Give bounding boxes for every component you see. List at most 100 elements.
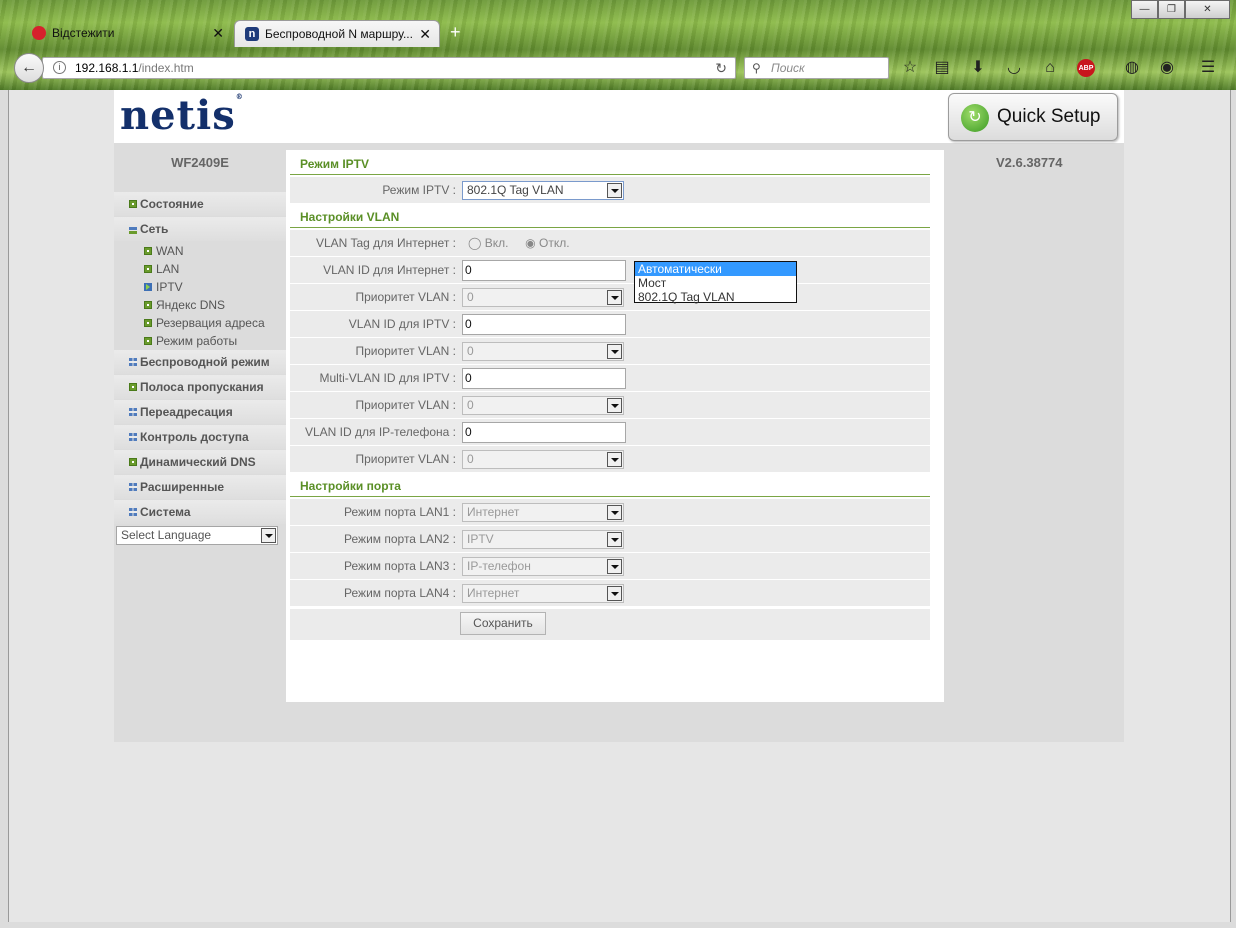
- home-icon[interactable]: ⌂: [1040, 58, 1060, 78]
- menu-icon[interactable]: ☰: [1198, 58, 1218, 78]
- plus-square-icon: [144, 301, 152, 309]
- sidebar-item-label: Система: [140, 505, 191, 519]
- dropdown-option-auto[interactable]: Автоматически: [635, 262, 796, 276]
- close-tab-icon[interactable]: ✕: [212, 20, 224, 47]
- sidebar-item-advanced[interactable]: Расширенные: [114, 475, 286, 499]
- back-button[interactable]: ←: [14, 53, 44, 83]
- iptv-mode-dropdown-list: Автоматически Мост 802.1Q Tag VLAN: [634, 261, 797, 304]
- page-viewport: netis® ↻ Quick Setup WF2409E Состояние С…: [8, 90, 1231, 922]
- field-label: VLAN ID для Интернет :: [323, 263, 456, 277]
- field-label: Режим IPTV :: [382, 183, 456, 197]
- bookmark-star-icon[interactable]: ☆: [900, 58, 920, 78]
- eye-icon[interactable]: ◉: [1157, 58, 1177, 78]
- lan4-mode-select[interactable]: Интернет: [462, 584, 624, 603]
- vlan-tag-row: VLAN Tag для Интернет : ◯ Вкл. ◉ Откл.: [290, 230, 930, 257]
- sidebar-subitem-yandex-dns[interactable]: Яндекс DNS: [144, 296, 225, 314]
- vlan-id-iptv-input[interactable]: 0: [462, 314, 626, 335]
- close-window-button[interactable]: ✕: [1185, 0, 1230, 19]
- sidebar-subitem-wan[interactable]: WAN: [144, 242, 184, 260]
- plus-square-icon: [129, 383, 137, 391]
- close-tab-icon[interactable]: ✕: [419, 21, 431, 47]
- url-path: /index.htm: [138, 61, 194, 75]
- sidebar-item-ddns[interactable]: Динамический DNS: [114, 450, 286, 474]
- chevron-down-icon: [607, 505, 622, 520]
- radio-group[interactable]: ◯ Вкл. ◉ Откл.: [468, 230, 570, 257]
- firmware-version: V2.6.38774: [996, 155, 1063, 170]
- vlan-id-ip-phone-input[interactable]: 0: [462, 422, 626, 443]
- minimize-button[interactable]: —: [1131, 0, 1158, 19]
- sidebar-item-network[interactable]: Сеть: [114, 217, 286, 241]
- sidebar-subitem-iptv[interactable]: IPTV: [144, 278, 183, 296]
- vlan-priority-select[interactable]: 0: [462, 450, 624, 469]
- field-label: Режим порта LAN3 :: [344, 559, 456, 573]
- sidebar-subitem-address-reservation[interactable]: Резервация адреса: [144, 314, 265, 332]
- select-value: 0: [467, 344, 474, 358]
- section-title-vlan: Настройки VLAN: [290, 207, 930, 228]
- sidebar-item-label: Резервация адреса: [156, 316, 265, 330]
- plus-square-icon: [129, 458, 137, 466]
- search-input[interactable]: ⚲ Поиск: [744, 57, 889, 79]
- sidebar-item-forwarding[interactable]: Переадресация: [114, 400, 286, 424]
- lan1-mode-select[interactable]: Интернет: [462, 503, 624, 522]
- sidebar-item-access-control[interactable]: Контроль доступа: [114, 425, 286, 449]
- dropdown-option-bridge[interactable]: Мост: [635, 276, 796, 290]
- sidebar-subitem-lan[interactable]: LAN: [144, 260, 179, 278]
- adblock-icon[interactable]: ABP: [1077, 59, 1095, 77]
- tab-router[interactable]: n Беспроводной N маршру... ✕: [234, 20, 440, 47]
- sidebar-subitem-operation-mode[interactable]: Режим работы: [144, 332, 237, 350]
- lan3-mode-select[interactable]: IP-телефон: [462, 557, 624, 576]
- vlan-row: Приоритет VLAN : 0: [290, 392, 930, 419]
- sidebar-item-status[interactable]: Состояние: [114, 192, 286, 216]
- main-content: Режим IPTV Режим IPTV : 802.1Q Tag VLAN …: [286, 150, 944, 702]
- new-tab-button[interactable]: +: [450, 22, 461, 43]
- info-icon[interactable]: i: [53, 61, 66, 74]
- radio-on-label: Вкл.: [484, 236, 509, 250]
- select-value: Интернет: [467, 586, 520, 600]
- sidebar-item-wireless[interactable]: Беспроводной режим: [114, 350, 286, 374]
- vlan-priority-select[interactable]: 0: [462, 396, 624, 415]
- language-select[interactable]: Select Language: [116, 526, 278, 545]
- sidebar: WF2409E Состояние Сеть WAN LAN IPTV Янде…: [114, 150, 286, 690]
- reload-icon[interactable]: ↻: [715, 58, 727, 78]
- plus-square-icon: [144, 265, 152, 273]
- select-value: Интернет: [467, 505, 520, 519]
- vlan-priority-select[interactable]: 0: [462, 288, 624, 307]
- url-bar[interactable]: i 192.168.1.1/index.htm ↻: [42, 57, 736, 79]
- multi-vlan-id-iptv-input[interactable]: 0: [462, 368, 626, 389]
- vlan-priority-select[interactable]: 0: [462, 342, 624, 361]
- sidebar-item-label: Сеть: [140, 222, 169, 236]
- netis-favicon-icon: n: [245, 27, 259, 41]
- field-label: VLAN ID для IPTV :: [348, 317, 456, 331]
- field-label: Режим порта LAN2 :: [344, 532, 456, 546]
- port-row: Режим порта LAN2 : IPTV: [290, 526, 930, 553]
- sidebar-item-label: Расширенные: [140, 480, 224, 494]
- lan2-mode-select[interactable]: IPTV: [462, 530, 624, 549]
- sidebar-item-label: WAN: [156, 244, 184, 258]
- sidebar-item-label: Полоса пропускания: [140, 380, 264, 394]
- maximize-button[interactable]: ❐: [1158, 0, 1185, 19]
- radio-off-label: Откл.: [538, 236, 570, 250]
- vlan-row: Приоритет VLAN : 0: [290, 338, 930, 365]
- iptv-mode-select[interactable]: 802.1Q Tag VLAN: [462, 181, 624, 200]
- sidebar-item-system[interactable]: Система: [114, 500, 286, 524]
- chevron-down-icon: [261, 528, 276, 543]
- section-title-iptv: Режим IPTV: [290, 154, 930, 175]
- reading-list-icon[interactable]: ▤: [932, 58, 952, 78]
- url-host: 192.168.1.1: [75, 61, 139, 75]
- globe-icon[interactable]: ◍: [1122, 58, 1142, 78]
- nav-toolbar: i 192.168.1.1/index.htm ↻ ← ⚲ Поиск ☆ ▤ …: [0, 48, 1236, 88]
- grid-square-icon: [129, 483, 137, 491]
- chevron-down-icon: [607, 452, 622, 467]
- sidebar-item-bandwidth[interactable]: Полоса пропускания: [114, 375, 286, 399]
- tab-track[interactable]: Відстежити ✕: [22, 20, 232, 47]
- browser-chrome: — ❐ ✕ Відстежити ✕ n Беспроводной N марш…: [0, 0, 1236, 90]
- chevron-down-icon: [607, 290, 622, 305]
- pocket-icon[interactable]: ◡: [1004, 58, 1024, 78]
- sidebar-item-label: IPTV: [156, 280, 183, 294]
- vlan-id-internet-input[interactable]: 0: [462, 260, 626, 281]
- save-button[interactable]: Сохранить: [460, 612, 546, 635]
- vlan-row: VLAN ID для IP-телефона : 0: [290, 419, 930, 446]
- dropdown-option-8021q[interactable]: 802.1Q Tag VLAN: [635, 290, 796, 304]
- download-icon[interactable]: ⬇: [968, 58, 988, 78]
- quick-setup-button[interactable]: ↻ Quick Setup: [948, 93, 1118, 141]
